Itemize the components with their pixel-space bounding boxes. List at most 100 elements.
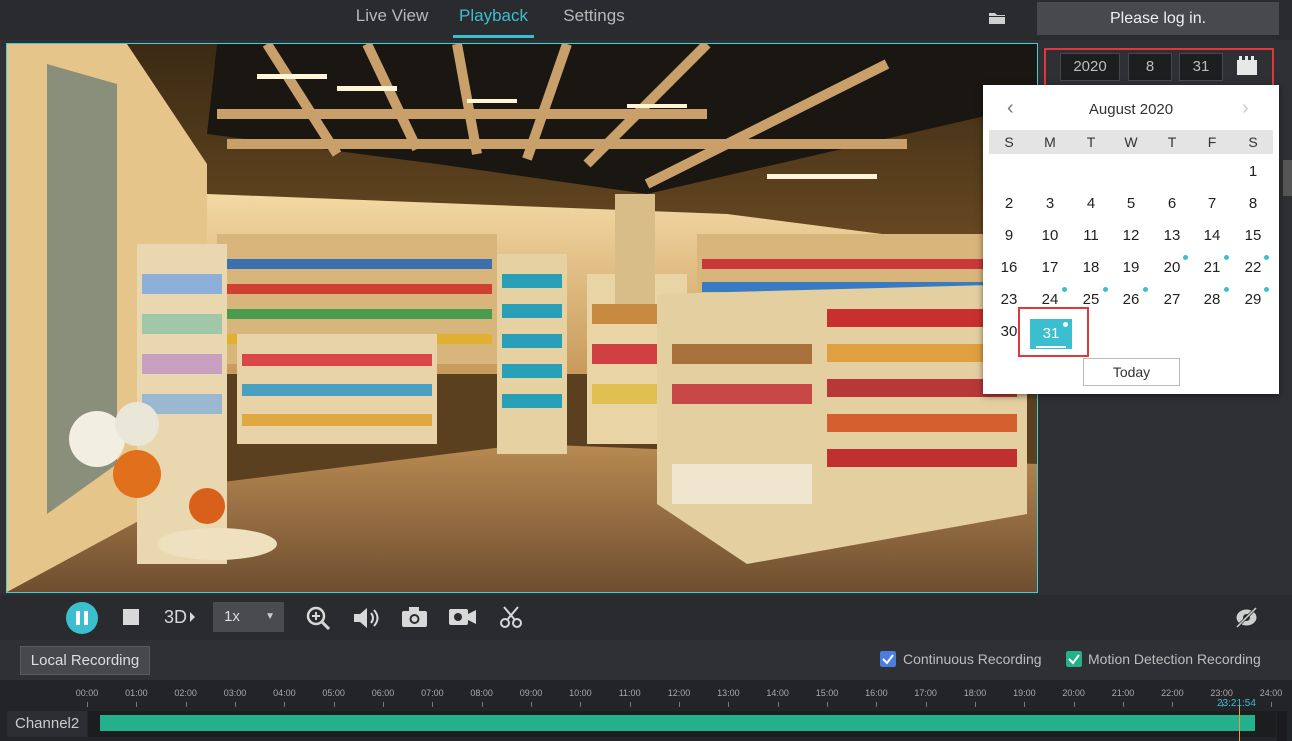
timeline-hour-label: 21:00	[1111, 688, 1135, 698]
recording-bar[interactable]	[100, 715, 1255, 731]
recording-dot	[1103, 287, 1108, 292]
recording-dot	[1143, 287, 1148, 292]
timeline-cursor[interactable]	[1239, 705, 1240, 741]
motion-detection-checkbox[interactable]	[1066, 651, 1082, 667]
recording-dot	[1062, 287, 1067, 292]
calendar-day[interactable]: 17	[1030, 255, 1070, 281]
timeline-tick	[778, 702, 779, 707]
continuous-recording-label: Continuous Recording	[903, 651, 1042, 667]
weekday-label: T	[1167, 134, 1177, 150]
panel-scrollbar[interactable]	[1283, 160, 1292, 196]
month-field[interactable]: 8	[1128, 53, 1172, 81]
timeline-hour-label: 15:00	[815, 688, 839, 698]
weekday-label: M	[1044, 134, 1056, 150]
calendar-day[interactable]: 10	[1030, 223, 1070, 249]
timeline-tick	[284, 702, 285, 707]
today-button[interactable]: Today	[1083, 358, 1180, 386]
continuous-recording-checkbox[interactable]	[880, 651, 896, 667]
recording-dot	[1264, 287, 1269, 292]
timeline-tick	[432, 702, 433, 707]
recording-dot	[1224, 287, 1229, 292]
weekday-label: W	[1124, 134, 1138, 150]
calendar-day[interactable]: 16	[989, 255, 1029, 281]
volume-icon[interactable]	[352, 605, 380, 631]
timeline-tick	[728, 702, 729, 707]
calendar-day[interactable]: 3	[1030, 191, 1070, 217]
timeline-hour-label: 22:00	[1161, 688, 1184, 698]
timeline-hour-label: 08:00	[470, 688, 493, 698]
next-month-button[interactable]: ›	[1242, 97, 1249, 120]
calendar-day[interactable]: 9	[989, 223, 1029, 249]
timeline-hour-label: 01:00	[125, 688, 148, 698]
calendar-day[interactable]: 27	[1152, 287, 1192, 313]
timeline-tick	[186, 702, 187, 707]
timeline-hour-label: 09:00	[519, 688, 543, 698]
timeline-tick	[334, 702, 335, 707]
timeline-hour-label: 03:00	[223, 688, 247, 698]
weekday-label: S	[1004, 134, 1014, 150]
timeline-tick	[926, 702, 927, 707]
tab-live-view[interactable]: Live View	[350, 6, 434, 38]
local-recording-button[interactable]: Local Recording	[20, 646, 150, 675]
speed-select[interactable]: 1x ▼	[213, 602, 284, 632]
timeline-hour-label: 16:00	[865, 688, 888, 698]
timeline-hour-label: 18:00	[963, 688, 987, 698]
year-field[interactable]: 2020	[1060, 53, 1120, 81]
timeline-tick	[630, 702, 631, 707]
calendar-day[interactable]: 14	[1192, 223, 1232, 249]
calendar-day[interactable]: 11	[1071, 223, 1111, 249]
calendar-day[interactable]: 7	[1192, 191, 1232, 217]
timeline-tick	[235, 702, 236, 707]
day-field[interactable]: 31	[1179, 53, 1223, 81]
calendar-day[interactable]: 12	[1111, 223, 1151, 249]
store-camera-frame	[7, 44, 1037, 592]
pause-button[interactable]	[65, 601, 99, 635]
timeline-hour-label: 13:00	[717, 688, 740, 698]
timeline-hour-label: 24:00	[1259, 688, 1283, 698]
timeline-hour-label: 23:00	[1210, 688, 1233, 698]
recording-dot	[1183, 255, 1188, 260]
weekday-label: T	[1086, 134, 1096, 150]
timeline-tick	[1024, 702, 1025, 707]
frame-step-button[interactable]: 3D	[164, 606, 196, 628]
snapshot-camera-icon[interactable]	[401, 606, 428, 628]
timeline-hour-label: 17:00	[914, 688, 937, 698]
svg-text:3D: 3D	[164, 607, 187, 627]
calendar-day[interactable]: 13	[1152, 223, 1192, 249]
timeline-hour-label: 10:00	[569, 688, 592, 698]
hide-view-icon[interactable]	[1234, 605, 1259, 630]
calendar-icon[interactable]	[1236, 56, 1258, 76]
selected-day-highlight	[1018, 307, 1089, 357]
weekday-label: S	[1248, 134, 1258, 150]
timeline-tick	[876, 702, 877, 707]
tab-playback[interactable]: Playback	[453, 6, 534, 38]
calendar-day[interactable]: 5	[1111, 191, 1151, 217]
calendar-day[interactable]: 1	[1233, 159, 1273, 185]
timeline-hour-label: 02:00	[174, 688, 197, 698]
tab-settings[interactable]: Settings	[556, 6, 632, 38]
timeline-hour-label: 05:00	[322, 688, 345, 698]
calendar-day[interactable]: 19	[1111, 255, 1151, 281]
calendar-day[interactable]: 18	[1071, 255, 1111, 281]
timeline-tick	[531, 702, 532, 707]
timeline-hour-label: 20:00	[1062, 688, 1085, 698]
cursor-time-label: 23:21:54	[1217, 698, 1256, 709]
calendar-day[interactable]: 8	[1233, 191, 1273, 217]
record-video-icon[interactable]	[448, 606, 477, 628]
calendar-day[interactable]: 4	[1071, 191, 1111, 217]
calendar-day[interactable]: 2	[989, 191, 1029, 217]
timeline-tick	[482, 702, 483, 707]
recording-dot	[1264, 255, 1269, 260]
stop-button[interactable]	[123, 609, 140, 626]
timeline-scrollbar[interactable]	[1277, 711, 1287, 741]
zoom-in-icon[interactable]	[305, 605, 331, 631]
calendar-day[interactable]: 15	[1233, 223, 1273, 249]
clip-scissors-icon[interactable]	[499, 605, 523, 629]
video-viewport[interactable]	[6, 43, 1038, 593]
calendar-day[interactable]: 6	[1152, 191, 1192, 217]
timeline-hour-label: 07:00	[421, 688, 444, 698]
timeline-hour-label: 14:00	[766, 688, 789, 698]
login-button[interactable]: Please log in.	[1037, 2, 1279, 35]
chevron-down-icon: ▼	[265, 611, 275, 622]
folder-icon[interactable]	[988, 10, 1006, 26]
